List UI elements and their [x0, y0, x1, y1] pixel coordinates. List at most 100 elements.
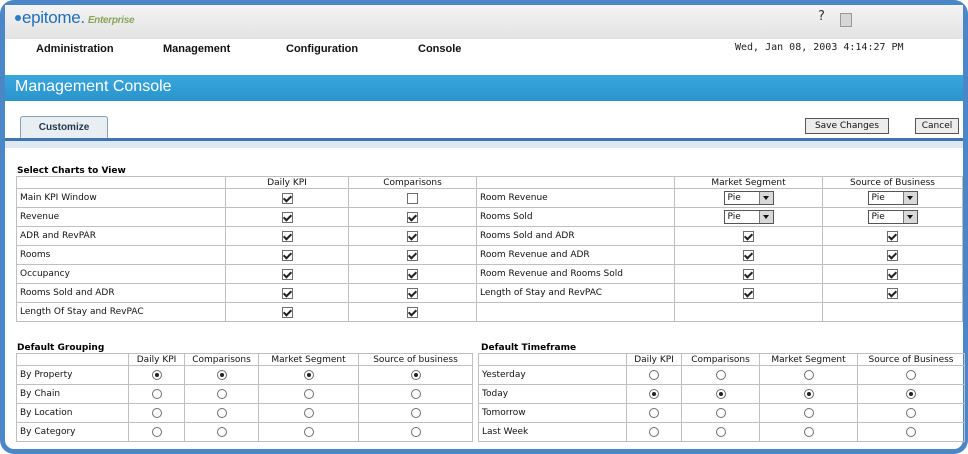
row-label: Rooms Sold and ADR — [476, 226, 675, 246]
radio-button[interactable] — [715, 426, 726, 437]
charts-right-table: Market Segment Source of Business Room R… — [476, 176, 963, 322]
daily-kpi-checkbox[interactable] — [281, 230, 293, 242]
radio-button[interactable] — [649, 369, 659, 380]
radio-button[interactable] — [649, 388, 659, 399]
tab-customize[interactable]: Customize — [20, 116, 108, 138]
source-of-business-select[interactable]: Pie — [867, 191, 918, 205]
dropdown-arrow-icon — [902, 192, 917, 204]
radio-button[interactable] — [715, 407, 726, 418]
source-of-business-select[interactable]: Pie — [867, 210, 918, 224]
radio-button[interactable] — [410, 388, 421, 399]
table-row: Rooms Sold Pie Pie — [476, 207, 963, 227]
radio-button[interactable] — [906, 407, 916, 418]
daily-kpi-checkbox[interactable] — [281, 268, 293, 280]
row-label: Tomorrow — [478, 403, 627, 423]
radio-button[interactable] — [410, 426, 421, 437]
source-of-business-checkbox[interactable] — [887, 249, 898, 261]
radio-button[interactable] — [216, 388, 227, 399]
comparisons-checkbox[interactable] — [407, 249, 418, 261]
logo-edition: Enterprise — [87, 15, 135, 26]
daily-kpi-checkbox[interactable] — [281, 211, 293, 223]
section-title-default-grouping: Default Grouping — [17, 343, 105, 353]
header-blank — [16, 176, 226, 189]
source-of-business-checkbox[interactable] — [887, 230, 898, 242]
daily-kpi-checkbox[interactable] — [281, 306, 293, 318]
radio-button[interactable] — [303, 369, 314, 380]
radio-button[interactable] — [151, 388, 162, 399]
table-row: Main KPI Window — [16, 188, 477, 208]
radio-button[interactable] — [803, 407, 814, 418]
table-row: By Category — [16, 422, 473, 442]
radio-button[interactable] — [151, 426, 162, 437]
comparisons-checkbox[interactable] — [407, 268, 418, 280]
help-icon[interactable]: ? — [818, 9, 825, 24]
comparisons-checkbox[interactable] — [407, 230, 418, 242]
radio-button[interactable] — [649, 407, 659, 418]
table-row: Room Revenue and ADR — [476, 245, 963, 265]
table-row: Last Week — [478, 422, 965, 442]
daily-kpi-checkbox[interactable] — [281, 192, 293, 204]
cancel-button[interactable]: Cancel — [915, 118, 959, 134]
comparisons-checkbox[interactable] — [407, 192, 418, 204]
comparisons-checkbox[interactable] — [407, 211, 418, 223]
radio-button[interactable] — [906, 369, 916, 380]
header-market-segment: Market Segment — [759, 353, 858, 366]
daily-kpi-checkbox[interactable] — [281, 287, 293, 299]
header-source-of-business: Source of Business — [857, 353, 965, 366]
radio-button[interactable] — [906, 426, 916, 437]
header-blank — [478, 353, 627, 366]
radio-button[interactable] — [649, 426, 659, 437]
table-row: Room Revenue Pie Pie — [476, 188, 963, 208]
radio-button[interactable] — [803, 388, 814, 399]
daily-kpi-checkbox[interactable] — [281, 249, 293, 261]
radio-button[interactable] — [303, 407, 314, 418]
source-of-business-checkbox[interactable] — [887, 287, 898, 299]
radio-button[interactable] — [410, 407, 421, 418]
radio-button[interactable] — [303, 388, 314, 399]
table-row: Yesterday — [478, 365, 965, 385]
radio-button[interactable] — [151, 407, 162, 418]
radio-button[interactable] — [715, 388, 726, 399]
radio-button[interactable] — [216, 426, 227, 437]
market-segment-checkbox[interactable] — [743, 268, 754, 280]
comparisons-checkbox[interactable] — [407, 287, 418, 299]
radio-button[interactable] — [216, 369, 227, 380]
header-source-of-business: Source of business — [358, 353, 473, 366]
radio-button[interactable] — [803, 426, 814, 437]
table-row: Rooms Sold and ADR — [476, 226, 963, 246]
header-comparisons: Comparisons — [681, 353, 760, 366]
row-label: Today — [478, 384, 627, 404]
radio-button[interactable] — [410, 369, 421, 380]
radio-button[interactable] — [216, 407, 227, 418]
market-segment-checkbox[interactable] — [743, 249, 754, 261]
page-title: Management Console — [15, 78, 172, 95]
section-title-select-charts: Select Charts to View — [17, 166, 126, 176]
table-row: Revenue — [16, 207, 477, 227]
header-market-segment: Market Segment — [674, 176, 823, 189]
radio-button[interactable] — [715, 369, 726, 380]
source-of-business-checkbox[interactable] — [887, 268, 898, 280]
market-segment-checkbox[interactable] — [743, 230, 754, 242]
table-row: Occupancy — [16, 264, 477, 284]
logo-text: epitome. — [22, 8, 85, 27]
radio-button[interactable] — [803, 369, 814, 380]
header-market-segment: Market Segment — [258, 353, 359, 366]
save-changes-button[interactable]: Save Changes — [805, 118, 889, 134]
row-label: Room Revenue — [476, 188, 675, 208]
radio-button[interactable] — [303, 426, 314, 437]
radio-button[interactable] — [151, 369, 162, 380]
table-row: Room Revenue and Rooms Sold — [476, 264, 963, 284]
market-segment-checkbox[interactable] — [743, 287, 754, 299]
table-row: Length Of Stay and RevPAC — [16, 302, 477, 322]
market-segment-select[interactable]: Pie — [723, 210, 774, 224]
row-label: Rooms Sold and ADR — [16, 283, 226, 303]
radio-button[interactable] — [906, 388, 916, 399]
menu-administration[interactable]: Administration — [36, 43, 114, 55]
market-segment-select[interactable]: Pie — [723, 191, 774, 205]
menu-configuration[interactable]: Configuration — [286, 43, 358, 55]
comparisons-checkbox[interactable] — [407, 306, 418, 318]
menu-console[interactable]: Console — [418, 43, 461, 55]
window-menu-icon[interactable] — [840, 13, 852, 27]
menu-management[interactable]: Management — [163, 43, 230, 55]
charts-left-table: Daily KPI Comparisons Main KPI Window Re… — [16, 176, 477, 322]
